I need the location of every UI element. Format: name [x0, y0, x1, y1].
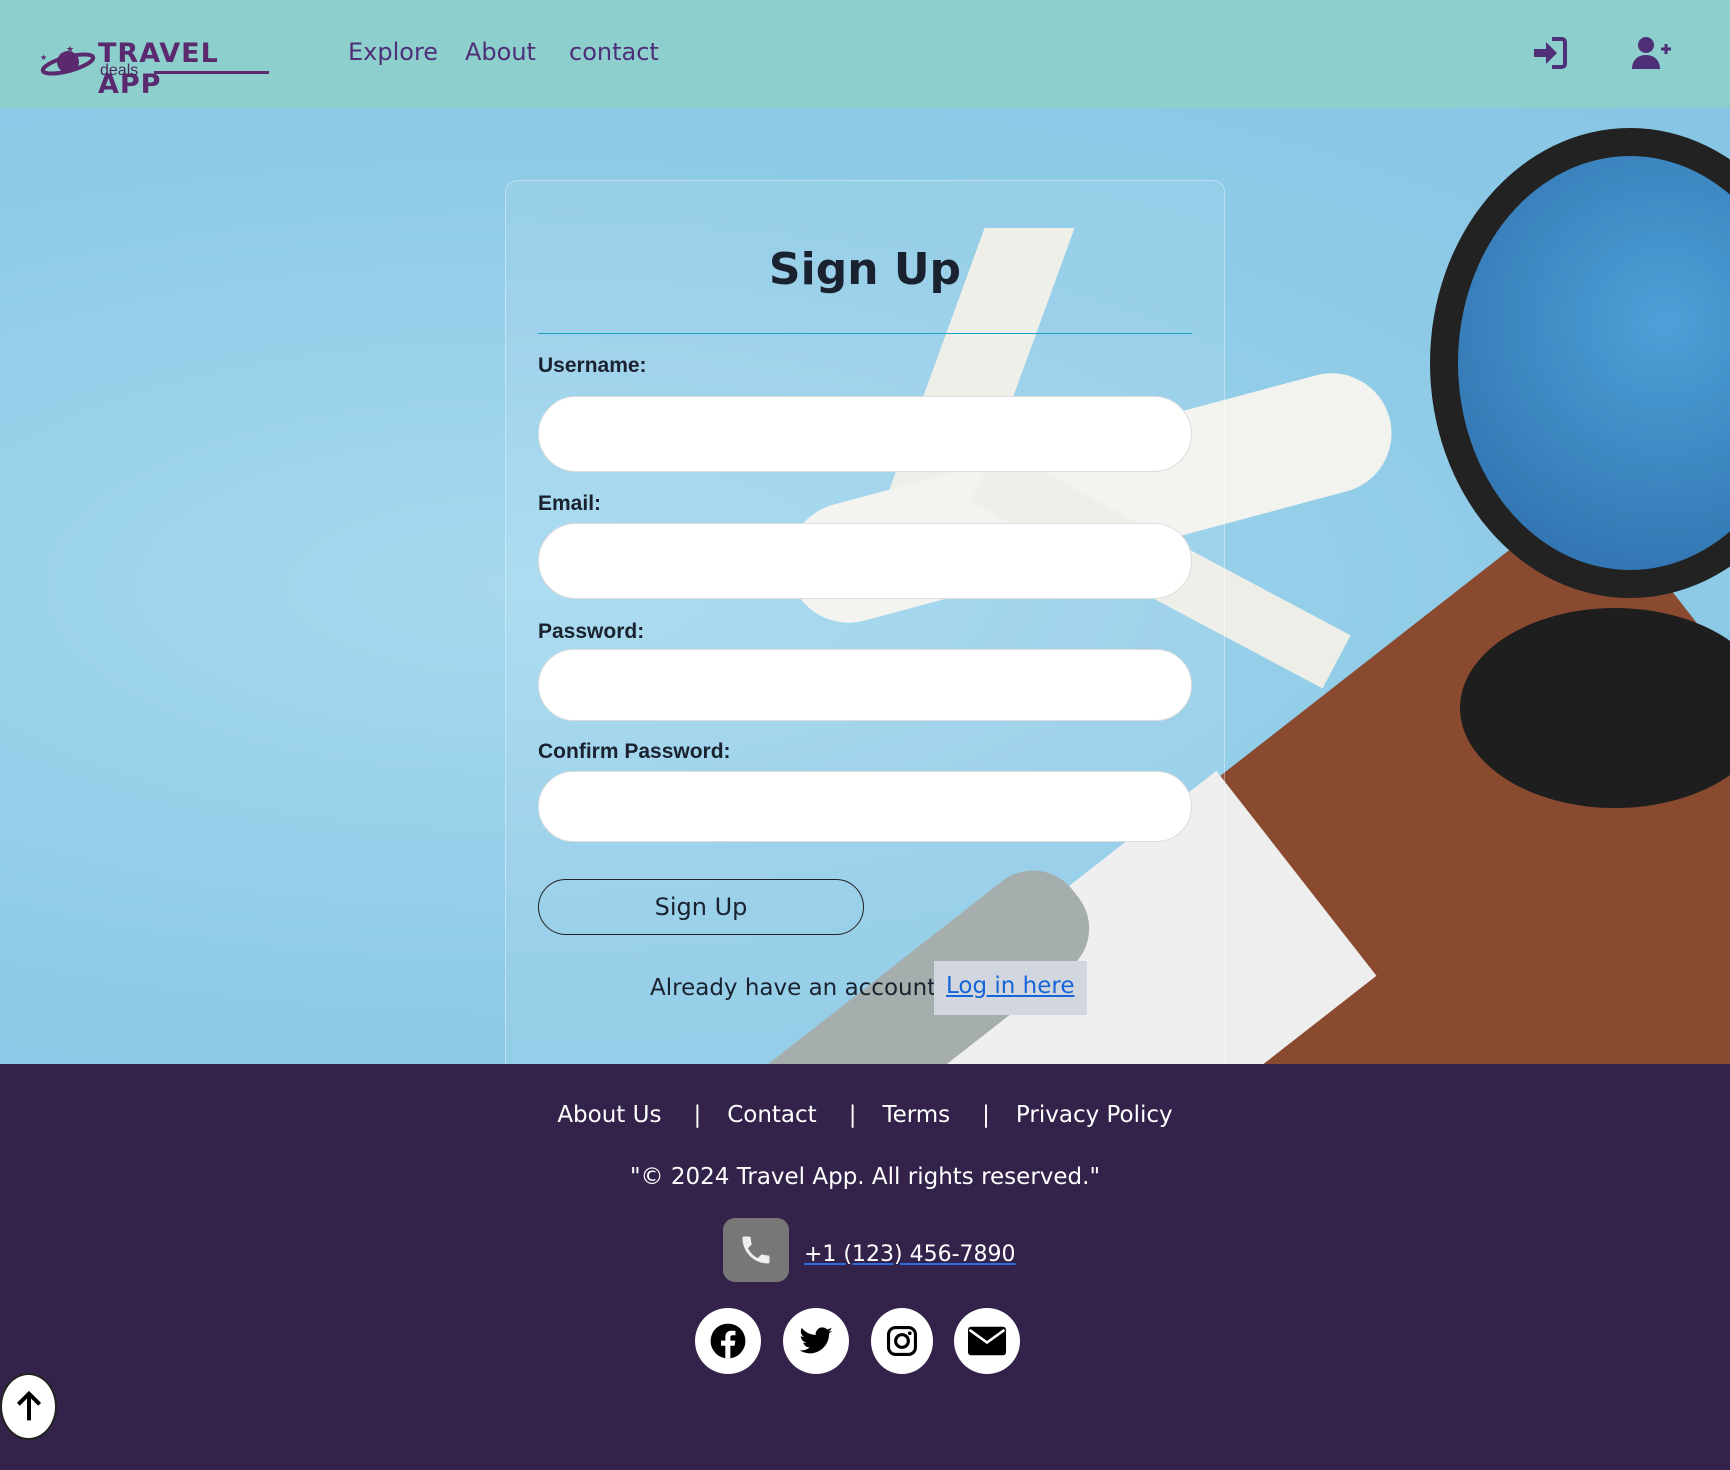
svg-text:★: ★: [40, 53, 47, 62]
separator: |: [848, 1102, 857, 1128]
facebook-icon[interactable]: [695, 1308, 761, 1374]
separator: |: [693, 1102, 702, 1128]
footer-about-us[interactable]: About Us: [557, 1102, 661, 1128]
separator: |: [982, 1102, 990, 1128]
scroll-to-top-button[interactable]: [0, 1373, 57, 1440]
svg-text:★: ★: [66, 46, 74, 55]
confirm-password-label: Confirm Password:: [538, 740, 731, 763]
email-icon[interactable]: [954, 1308, 1020, 1374]
password-input[interactable]: [538, 649, 1192, 721]
footer-contact[interactable]: Contact: [727, 1102, 816, 1128]
username-label: Username:: [538, 354, 647, 377]
nav-about[interactable]: About: [465, 38, 536, 66]
arrow-up-icon: [16, 1390, 41, 1420]
user-plus-icon[interactable]: [1632, 36, 1672, 70]
planet-logo-icon: ★★: [40, 46, 96, 76]
footer-terms[interactable]: Terms: [882, 1102, 950, 1128]
nav-explore[interactable]: Explore: [348, 38, 438, 66]
page-title: Sign Up: [768, 244, 962, 295]
password-label: Password:: [538, 620, 645, 643]
sign-in-icon[interactable]: [1532, 36, 1568, 70]
title-divider: [538, 333, 1192, 334]
logo[interactable]: ★ ★ TRAVEL APP deals: [36, 28, 286, 100]
already-account-text: Already have an account?: [650, 975, 949, 1001]
nav-contact[interactable]: contact: [569, 38, 659, 66]
phone-link[interactable]: +1 (123) 456-7890: [804, 1242, 1016, 1267]
footer: About Us | Contact | Terms | Privacy Policy "©…: [0, 1064, 1730, 1470]
username-input[interactable]: [538, 396, 1192, 472]
globe-image: [1430, 128, 1730, 598]
signup-button[interactable]: Sign Up: [538, 879, 864, 935]
footer-privacy-policy[interactable]: Privacy Policy: [1016, 1102, 1173, 1128]
copyright: "© 2024 Travel App. All rights reserved.…: [629, 1164, 1101, 1190]
instagram-icon[interactable]: [871, 1308, 933, 1374]
header: ★ ★ TRAVEL APP deals Explore About contac…: [0, 0, 1730, 108]
confirm-password-input[interactable]: [538, 771, 1192, 842]
phone-icon: [723, 1218, 789, 1282]
footer-links: About Us | Contact | Terms | Privacy Policy: [0, 1102, 1730, 1128]
logo-underline: [154, 71, 269, 74]
email-label: Email:: [538, 492, 602, 515]
login-link[interactable]: Log in here: [934, 961, 1087, 1015]
twitter-icon[interactable]: [783, 1308, 849, 1374]
logo-subtitle: deals: [100, 62, 139, 79]
email-input[interactable]: [538, 523, 1192, 599]
